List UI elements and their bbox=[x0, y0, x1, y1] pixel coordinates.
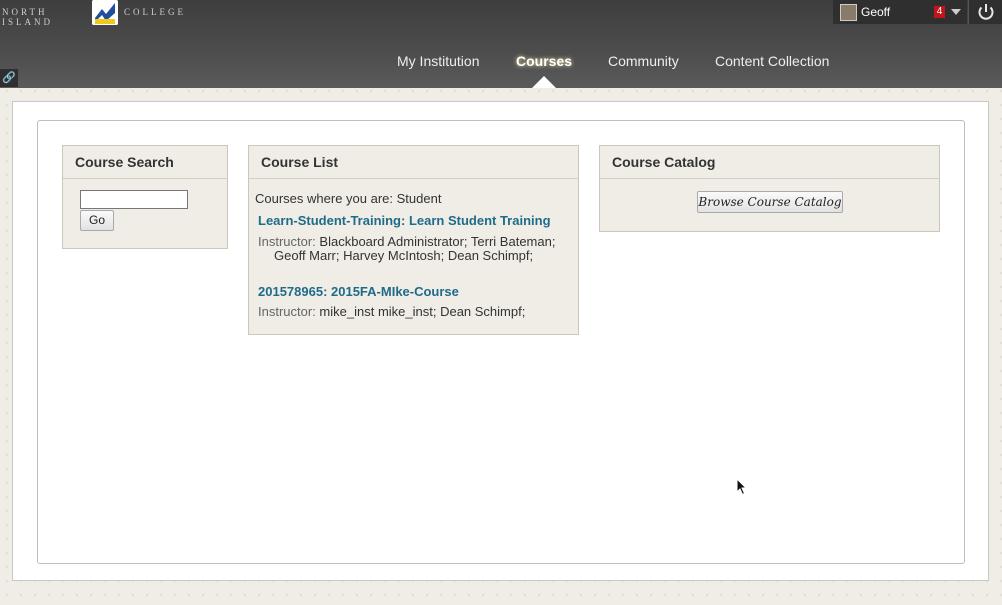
course-catalog-module: Course Catalog Browse Course Catalog bbox=[599, 145, 940, 232]
course-list-title: Course List bbox=[249, 146, 578, 179]
course-list-module: Course List Courses where you are: Stude… bbox=[248, 145, 579, 335]
active-tab-pointer bbox=[532, 76, 556, 88]
course-search-module: Course Search Go bbox=[62, 145, 228, 249]
browse-course-catalog-button[interactable]: Browse Course Catalog bbox=[697, 191, 843, 213]
top-header: NORTH ISLAND COLLEGE Geoff 4 My Institut… bbox=[0, 0, 1002, 88]
course-link[interactable]: Learn-Student-Training: Learn Student Tr… bbox=[258, 213, 551, 228]
list-item: 201578965: 2015FA-MIke-Course Instructor… bbox=[258, 283, 568, 319]
tab-community[interactable]: Community bbox=[608, 53, 679, 69]
chevron-down-icon[interactable] bbox=[951, 9, 961, 15]
user-name: Geoff bbox=[861, 5, 891, 19]
instructor-names: Blackboard Administrator; Terri Bateman;… bbox=[274, 234, 556, 263]
instructor-label: Instructor: bbox=[258, 304, 316, 319]
go-button[interactable]: Go bbox=[80, 210, 114, 231]
instructor-label: Instructor: bbox=[258, 234, 316, 249]
cursor-icon bbox=[736, 478, 748, 496]
logo-mark-icon bbox=[92, 0, 118, 25]
course-role-text: Courses where you are: Student bbox=[255, 191, 442, 206]
course-link[interactable]: 201578965: 2015FA-MIke-Course bbox=[258, 284, 459, 299]
avatar bbox=[840, 4, 857, 21]
instructor-line: Instructor: mike_inst mike_inst; Dean Sc… bbox=[258, 305, 568, 319]
list-item: Learn-Student-Training: Learn Student Tr… bbox=[258, 212, 568, 263]
tab-my-institution[interactable]: My Institution bbox=[397, 53, 479, 69]
notification-badge[interactable]: 4 bbox=[934, 6, 945, 18]
power-icon bbox=[978, 4, 994, 20]
instructor-line: Instructor: Blackboard Administrator; Te… bbox=[258, 235, 568, 263]
logo-text-right: COLLEGE bbox=[124, 7, 186, 17]
user-menu[interactable]: Geoff 4 bbox=[833, 0, 967, 24]
course-search-title: Course Search bbox=[63, 146, 227, 179]
logo-text-left: NORTH ISLAND bbox=[2, 7, 53, 27]
tab-courses[interactable]: Courses bbox=[516, 53, 572, 69]
instructor-names: mike_inst mike_inst; Dean Schimpf; bbox=[319, 304, 526, 319]
course-search-input[interactable] bbox=[80, 190, 188, 209]
module-container: Course Search Go Course List Courses whe… bbox=[37, 120, 965, 564]
link-icon[interactable]: 🔗 bbox=[0, 69, 18, 87]
tab-content-collection[interactable]: Content Collection bbox=[715, 53, 829, 69]
course-catalog-title: Course Catalog bbox=[600, 146, 939, 179]
logout-button[interactable] bbox=[968, 0, 1002, 24]
